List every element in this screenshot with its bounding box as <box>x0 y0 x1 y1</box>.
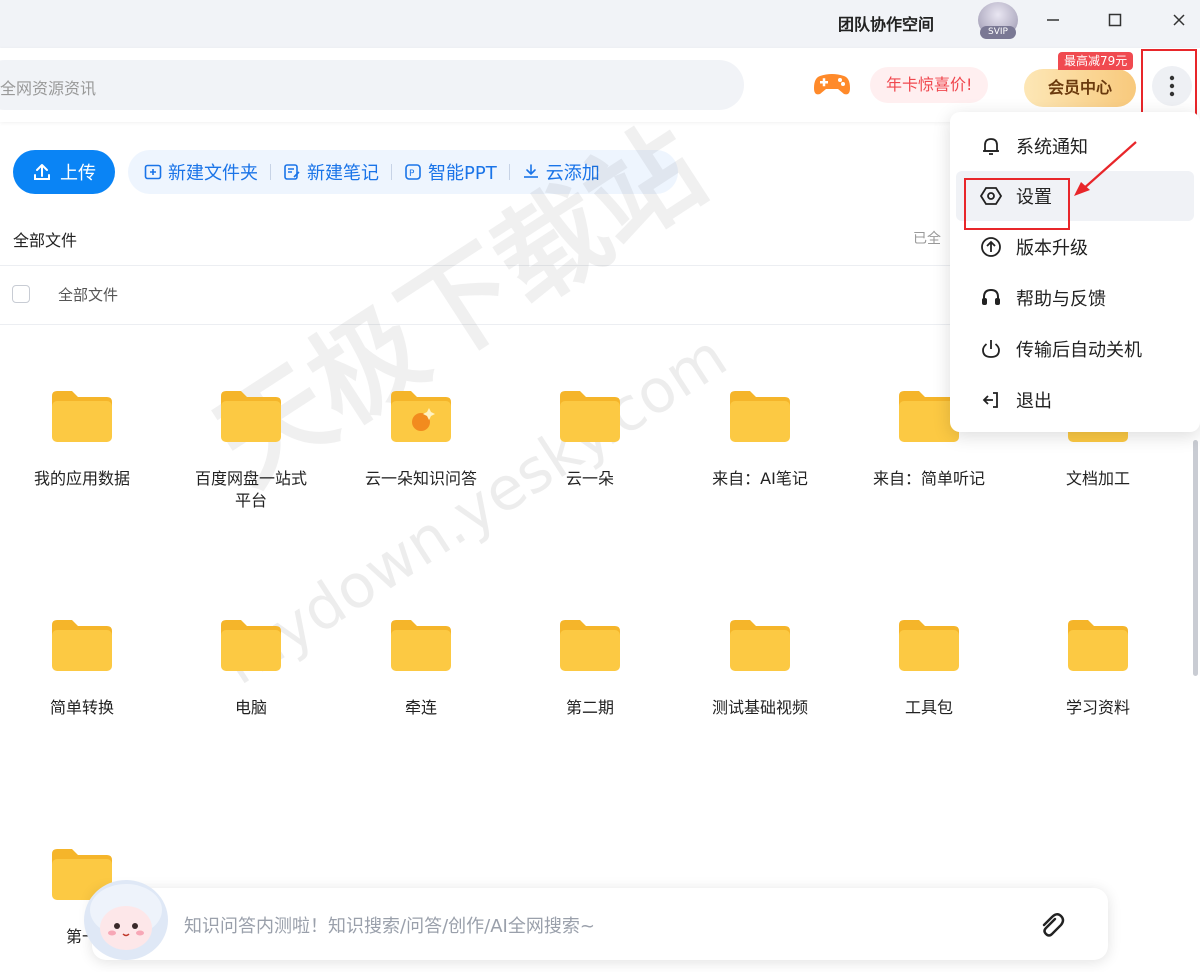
folder-icon <box>558 388 622 444</box>
vip-center-button[interactable]: 会员中心 <box>1024 69 1136 107</box>
top-toolbar: 全网资源资讯 年卡惊喜价! 会员中心 <box>0 48 1200 122</box>
svg-text:P: P <box>409 169 415 179</box>
folder-name: 第二期 <box>565 698 614 717</box>
folder-name: 测试基础视频 <box>711 698 808 717</box>
game-icon[interactable] <box>812 70 852 102</box>
scrollbar[interactable] <box>1193 440 1198 676</box>
power-icon <box>982 340 1000 358</box>
new-note-label: 新建笔记 <box>307 163 379 184</box>
minimize-button[interactable] <box>1038 8 1068 32</box>
action-pill: 新建文件夹 新建笔记 P 智能PPT 云添加 <box>128 150 678 194</box>
folder-item[interactable]: 工具包 <box>849 617 1009 719</box>
svip-badge: SVIP <box>980 26 1016 39</box>
folder-icon <box>50 617 114 673</box>
ai-input-placeholder: 知识问答内测啦！知识搜索/问答/创作/AI全网搜索~ <box>184 916 595 937</box>
new-folder-icon <box>144 164 162 180</box>
note-icon <box>284 164 300 180</box>
ppt-icon: P <box>405 164 421 180</box>
folder-name: 简单转换 <box>49 698 114 717</box>
smart-ppt-button[interactable]: P 智能PPT <box>404 159 497 185</box>
new-folder-button[interactable]: 新建文件夹 <box>144 159 258 185</box>
folder-item[interactable]: 学习资料 <box>1018 617 1178 719</box>
menu-item-label: 退出 <box>1016 391 1052 412</box>
divider <box>270 164 271 180</box>
folder-name: 牵连 <box>404 698 437 717</box>
folder-item[interactable]: 云一朵 <box>510 388 670 490</box>
new-note-button[interactable]: 新建笔记 <box>283 159 379 185</box>
folder-name: 来自：简单听记 <box>872 469 985 488</box>
cloud-add-label: 云添加 <box>545 163 600 184</box>
minimize-icon <box>1047 19 1059 21</box>
year-card-promo-button[interactable]: 年卡惊喜价! <box>870 67 989 103</box>
folder-icon <box>389 617 453 673</box>
download-icon <box>523 164 538 178</box>
maximize-button[interactable] <box>1100 8 1130 32</box>
folder-name: 百度网盘一站式平台 <box>194 469 307 510</box>
folder-name: 文档加工 <box>1065 469 1130 488</box>
upgrade-icon <box>981 237 1001 257</box>
menu-item-auto-shutdown[interactable]: 传输后自动关机 <box>956 324 1194 374</box>
close-button[interactable] <box>1164 8 1194 32</box>
folder-icon <box>219 388 283 444</box>
folder-item[interactable]: 牵连 <box>341 617 501 719</box>
search-input[interactable]: 全网资源资讯 <box>0 60 744 110</box>
ai-folder-icon <box>389 388 453 444</box>
headset-icon <box>982 288 1000 305</box>
ai-mascot-avatar[interactable] <box>80 870 172 968</box>
team-space-link[interactable]: 团队协作空间 <box>838 11 934 35</box>
folder-icon <box>897 617 961 673</box>
folder-icon <box>1066 617 1130 673</box>
upload-icon <box>34 164 50 180</box>
folder-item[interactable]: 第二期 <box>510 617 670 719</box>
folder-name: 云一朵 <box>565 469 614 488</box>
folder-item[interactable]: 电脑 <box>171 617 331 719</box>
folder-icon <box>728 388 792 444</box>
folder-name: 我的应用数据 <box>33 469 130 488</box>
upload-button[interactable]: 上传 <box>13 150 115 194</box>
divider <box>508 164 510 180</box>
breadcrumb[interactable]: 全部文件 <box>13 227 77 251</box>
menu-item-label: 帮助与反馈 <box>1016 289 1106 310</box>
annotation-highlight-more <box>1141 49 1197 117</box>
folder-item[interactable]: 云一朵知识问答 <box>341 388 501 490</box>
folder-item[interactable]: 测试基础视频 <box>680 617 840 719</box>
annotation-arrow <box>1074 141 1137 196</box>
search-placeholder: 全网资源资讯 <box>0 79 97 98</box>
logout-icon <box>982 392 998 408</box>
folder-item[interactable]: 百度网盘一站式平台 <box>171 388 331 512</box>
maximize-icon <box>1108 13 1122 27</box>
title-bar: 团队协作空间 SVIP <box>0 0 1200 48</box>
menu-item-label: 版本升级 <box>1016 238 1088 259</box>
bell-icon <box>983 138 999 155</box>
select-all-checkbox[interactable] <box>12 285 30 303</box>
folder-icon <box>558 617 622 673</box>
ai-assistant-bar[interactable]: 知识问答内测啦！知识搜索/问答/创作/AI全网搜索~ <box>92 888 1108 960</box>
folder-name: 电脑 <box>234 698 267 717</box>
menu-item-help[interactable]: 帮助与反馈 <box>956 273 1194 323</box>
folder-item[interactable]: 来自：AI笔记 <box>680 388 840 490</box>
close-icon <box>1173 14 1185 26</box>
folder-name: 工具包 <box>904 698 953 717</box>
list-header-label: 全部文件 <box>58 286 119 304</box>
folder-name: 云一朵知识问答 <box>364 469 477 488</box>
folder-item[interactable]: 我的应用数据 <box>2 388 162 490</box>
vip-discount-tag: 最高减79元 <box>1058 52 1134 70</box>
divider <box>391 164 392 180</box>
attachment-icon[interactable] <box>1036 910 1066 940</box>
folder-icon <box>219 617 283 673</box>
folder-icon <box>728 617 792 673</box>
action-bar: 上传 新建文件夹 新建笔记 P 智能PPT 云添加 <box>0 148 700 196</box>
loaded-hint: 已全 <box>913 231 941 247</box>
upload-label: 上传 <box>60 163 96 184</box>
folder-name: 来自：AI笔记 <box>712 469 808 488</box>
folder-icon <box>50 388 114 444</box>
menu-item-label: 传输后自动关机 <box>1016 340 1142 361</box>
annotation-highlight-settings <box>964 178 1070 230</box>
folder-item[interactable]: 简单转换 <box>2 617 162 719</box>
smart-ppt-label: 智能PPT <box>428 163 497 184</box>
folder-name: 学习资料 <box>1065 698 1130 717</box>
menu-item-logout[interactable]: 退出 <box>956 375 1194 425</box>
new-folder-label: 新建文件夹 <box>168 163 258 184</box>
cloud-add-button[interactable]: 云添加 <box>522 159 600 185</box>
